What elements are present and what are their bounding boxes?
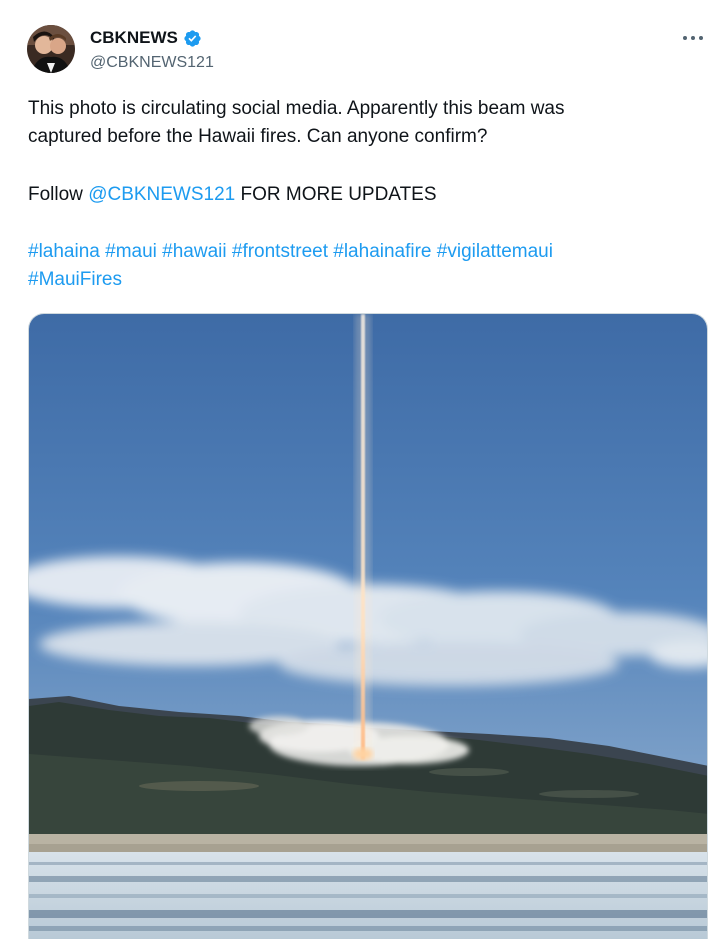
- verified-badge-icon: [184, 29, 201, 47]
- hashtag-link[interactable]: #lahainafire: [333, 241, 431, 262]
- hashtag-link[interactable]: #lahaina: [28, 241, 100, 262]
- post-text-line-2: captured before the Hawaii fires. Can an…: [28, 126, 488, 147]
- mention-link[interactable]: @CBKNEWS121: [88, 184, 235, 205]
- author-name-row: CBKNEWS: [90, 28, 202, 48]
- post-text-line-1: This photo is circulating social media. …: [28, 98, 565, 119]
- hashtag-link[interactable]: #vigilattemaui: [437, 241, 553, 262]
- post-media-photo[interactable]: [28, 313, 708, 939]
- author-display-name[interactable]: CBKNEWS: [90, 28, 178, 48]
- beam-photo-image: [29, 314, 707, 939]
- follow-line: Follow @CBKNEWS121 FOR MORE UPDATES: [28, 181, 688, 209]
- hashtag-link[interactable]: #maui: [105, 241, 157, 262]
- avatar[interactable]: [27, 25, 75, 73]
- hashtag-link[interactable]: #MauiFires: [28, 269, 122, 290]
- hashtags-line-1: #lahaina #maui #hawaii #frontstreet #lah…: [28, 238, 688, 266]
- author-handle[interactable]: @CBKNEWS121: [90, 54, 214, 72]
- tweet-card: CBKNEWS @CBKNEWS121 This photo is circul…: [0, 0, 720, 939]
- more-options-button[interactable]: [678, 28, 708, 48]
- hashtag-link[interactable]: #hawaii: [162, 241, 226, 262]
- follow-prefix: Follow: [28, 184, 89, 205]
- more-options-icon: [683, 36, 703, 40]
- hashtags-line-2: #MauiFires: [28, 266, 688, 294]
- follow-suffix: FOR MORE UPDATES: [235, 184, 437, 205]
- hashtag-link[interactable]: #frontstreet: [232, 241, 328, 262]
